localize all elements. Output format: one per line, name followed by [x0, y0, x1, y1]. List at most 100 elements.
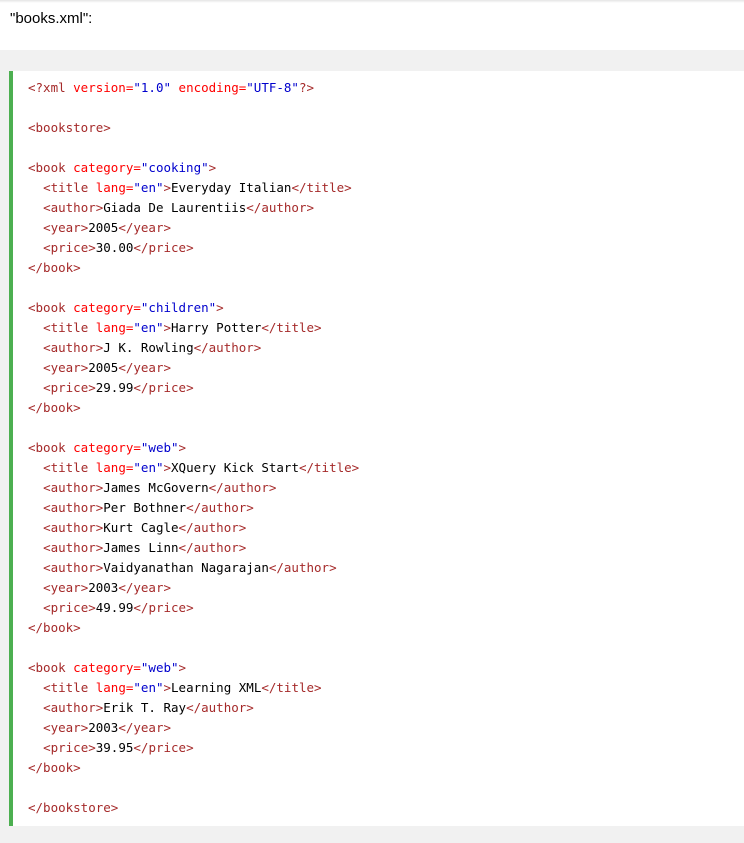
xml-tag: <title — [43, 320, 96, 335]
code-line: <book category="children"> — [28, 298, 359, 318]
xml-text: James Linn — [103, 540, 179, 555]
xml-tag: <price> — [43, 600, 96, 615]
xml-text: Erik T. Ray — [103, 700, 187, 715]
code-line: <price>29.99</price> — [28, 378, 359, 398]
xml-text — [28, 540, 43, 555]
xml-attribute-name: category= — [73, 300, 141, 315]
xml-attribute-value: "children" — [140, 300, 217, 315]
code-line: <title lang="en">Everyday Italian</title… — [28, 178, 359, 198]
code-line: ​ — [28, 418, 359, 438]
xml-tag: </price> — [133, 600, 194, 615]
xml-tag: </author> — [246, 200, 315, 215]
code-line: <author>J K. Rowling</author> — [28, 338, 359, 358]
xml-tag: </price> — [133, 380, 194, 395]
xml-tag: <bookstore> — [28, 120, 111, 135]
xml-tag: > — [163, 180, 172, 195]
xml-attribute-value: "en" — [133, 460, 164, 475]
xml-text: Learning XML — [171, 680, 262, 695]
xml-attribute-name: lang= — [95, 680, 134, 695]
code-line: <author>Kurt Cagle</author> — [28, 518, 359, 538]
code-line: </book> — [28, 258, 359, 278]
xml-text: 30.00 — [95, 240, 134, 255]
xml-tag: </author> — [178, 540, 247, 555]
xml-tag: <title — [43, 180, 96, 195]
code-line: <author>James Linn</author> — [28, 538, 359, 558]
xml-tag: <author> — [43, 560, 104, 575]
xml-text: Vaidyanathan Nagarajan — [103, 560, 269, 575]
xml-tag: ?> — [298, 80, 315, 95]
xml-attribute-name: encoding= — [171, 80, 247, 95]
xml-attribute-value: "web" — [140, 440, 179, 455]
xml-tag: > — [178, 440, 187, 455]
xml-tag: <author> — [43, 520, 104, 535]
xml-tag: <year> — [43, 220, 89, 235]
xml-tag: <year> — [43, 720, 89, 735]
xml-text — [28, 740, 43, 755]
xml-attribute-value: "cooking" — [140, 160, 209, 175]
xml-tag: </title> — [298, 460, 360, 475]
code-line: <author>Giada De Laurentiis</author> — [28, 198, 359, 218]
xml-tag: > — [216, 300, 224, 315]
xml-tag: </year> — [118, 580, 172, 595]
code-line: <title lang="en">Harry Potter</title> — [28, 318, 359, 338]
xml-tag: <author> — [43, 200, 104, 215]
code-line: <price>39.95</price> — [28, 738, 359, 758]
xml-tag: <author> — [43, 500, 104, 515]
xml-text — [28, 680, 43, 695]
xml-tag: > — [208, 160, 217, 175]
xml-tag: <book — [28, 300, 74, 315]
xml-tag: </author> — [208, 480, 277, 495]
xml-tag: > — [163, 320, 172, 335]
xml-attribute-value: "en" — [133, 320, 164, 335]
xml-text: Harry Potter — [171, 320, 262, 335]
xml-attribute-value: "UTF-8" — [246, 80, 299, 95]
xml-text — [28, 720, 43, 735]
code-line: <bookstore> — [28, 118, 359, 138]
xml-tag: <author> — [43, 700, 104, 715]
xml-text: 2003 — [88, 580, 119, 595]
code-line: <?xml version="1.0" encoding="UTF-8"?> — [28, 78, 359, 98]
xml-tag: > — [178, 660, 187, 675]
xml-tag: </book> — [28, 620, 81, 635]
xml-tag: </book> — [28, 400, 81, 415]
code-line: <year>2003</year> — [28, 578, 359, 598]
xml-text: J K. Rowling — [103, 340, 194, 355]
xml-tag: </book> — [28, 260, 81, 275]
xml-tag: <title — [43, 680, 96, 695]
file-caption: "books.xml": — [10, 10, 93, 27]
xml-tag: </year> — [118, 720, 172, 735]
xml-tag: </title> — [261, 680, 322, 695]
xml-tag: <author> — [43, 540, 104, 555]
code-line: <author>James McGovern</author> — [28, 478, 359, 498]
code-line: </book> — [28, 398, 359, 418]
xml-tag: </price> — [133, 240, 194, 255]
xml-attribute-name: lang= — [95, 460, 134, 475]
xml-text — [28, 700, 43, 715]
xml-attribute-value: "web" — [140, 660, 179, 675]
xml-text — [28, 180, 43, 195]
xml-code-block: <?xml version="1.0" encoding="UTF-8"?> ​ <… — [28, 78, 359, 818]
xml-tag: </author> — [186, 500, 254, 515]
code-line: <price>30.00</price> — [28, 238, 359, 258]
xml-tag: <book — [28, 440, 74, 455]
xml-text — [28, 500, 43, 515]
xml-tag: <author> — [43, 340, 104, 355]
xml-text — [28, 360, 43, 375]
xml-tag: <price> — [43, 380, 96, 395]
xml-tag: </author> — [193, 340, 262, 355]
xml-tag: </title> — [291, 180, 352, 195]
xml-attribute-value: "en" — [133, 680, 164, 695]
xml-text: XQuery Kick Start — [171, 460, 299, 475]
code-line: <year>2005</year> — [28, 218, 359, 238]
xml-attribute-name: category= — [73, 160, 141, 175]
xml-text — [28, 600, 43, 615]
xml-tag: </year> — [118, 220, 172, 235]
xml-tag: <author> — [43, 480, 104, 495]
xml-tag: <year> — [43, 580, 89, 595]
xml-text: 29.99 — [95, 380, 134, 395]
xml-attribute-value: "1.0" — [133, 80, 172, 95]
xml-text — [28, 560, 43, 575]
code-line: </book> — [28, 618, 359, 638]
code-line: <author>Erik T. Ray</author> — [28, 698, 359, 718]
xml-tag: <?xml — [28, 80, 74, 95]
